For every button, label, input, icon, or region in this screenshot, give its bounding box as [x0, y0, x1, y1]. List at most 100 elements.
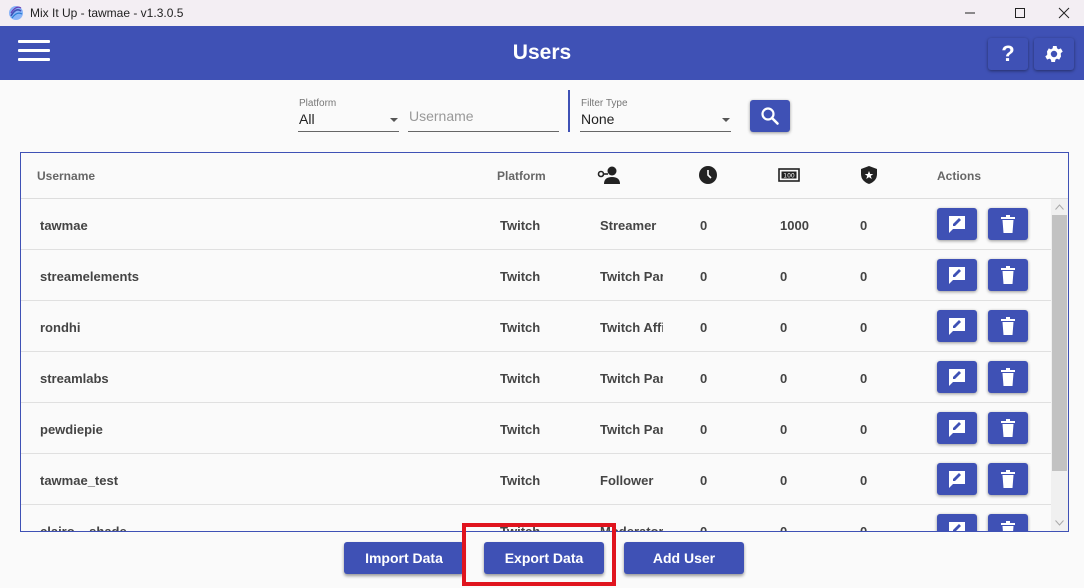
cell-username: tawmae_test [40, 473, 119, 488]
cell-currency: 0 [780, 422, 788, 437]
currency-icon[interactable]: 100 [778, 165, 800, 185]
edit-user-button[interactable] [937, 259, 977, 291]
cell-username: clairo__shade [40, 524, 127, 532]
cell-username: pewdiepie [40, 422, 103, 437]
cell-currency: 0 [780, 269, 788, 284]
help-button[interactable]: ? [988, 38, 1028, 70]
search-icon [761, 107, 779, 125]
clock-icon[interactable] [698, 165, 718, 185]
cell-currency: 1000 [780, 218, 809, 233]
cell-role: Twitch Partner [600, 371, 663, 386]
cell-time: 0 [700, 524, 708, 532]
cell-role: Streamer [600, 218, 657, 233]
svg-text:100: 100 [783, 172, 795, 179]
delete-user-button[interactable] [988, 412, 1028, 444]
import-data-button[interactable]: Import Data [344, 542, 464, 574]
username-underline [408, 131, 559, 132]
edit-user-button[interactable] [937, 208, 977, 240]
trash-icon [1001, 266, 1015, 284]
page-title: Users [512, 41, 572, 64]
edit-user-button[interactable] [937, 361, 977, 393]
scroll-thumb[interactable] [1052, 215, 1067, 471]
app-header: Users ? [0, 26, 1084, 80]
cell-time: 0 [700, 422, 708, 437]
cell-rank: 0 [860, 218, 868, 233]
app-logo-icon [9, 6, 23, 20]
cell-role: Twitch Partner [600, 422, 663, 437]
minimize-icon [965, 12, 975, 14]
help-icon: ? [1001, 41, 1015, 66]
cell-username: rondhi [40, 320, 81, 335]
edit-icon [949, 267, 965, 284]
filter-type-dropdown-icon[interactable] [722, 118, 730, 122]
table-header: Username Platform 100 Actions [21, 153, 1068, 199]
cell-time: 0 [700, 218, 708, 233]
cell-username: tawmae [40, 218, 88, 233]
platform-dropdown-icon[interactable] [390, 118, 398, 122]
cell-rank: 0 [860, 473, 868, 488]
cell-rank: 0 [860, 371, 868, 386]
scroll-up-button[interactable] [1051, 199, 1068, 215]
user-role-icon[interactable] [597, 165, 623, 185]
cell-currency: 0 [780, 473, 788, 488]
cell-platform: Twitch [500, 422, 541, 437]
table-row[interactable]: rondhi Twitch Twitch Affiliate 0 0 0 [21, 301, 1051, 352]
maximize-icon [1015, 8, 1025, 18]
edit-icon [949, 522, 965, 531]
cell-username: streamlabs [40, 371, 109, 386]
cell-time: 0 [700, 371, 708, 386]
col-header-username[interactable]: Username [37, 169, 95, 183]
edit-user-button[interactable] [937, 412, 977, 444]
delete-user-button[interactable] [988, 259, 1028, 291]
settings-button[interactable] [1034, 38, 1074, 70]
table-row[interactable]: tawmae Twitch Streamer 0 1000 0 [21, 199, 1051, 250]
cell-role: Twitch Partner [600, 269, 663, 284]
search-button[interactable] [750, 100, 790, 132]
close-button[interactable] [1040, 0, 1084, 26]
trash-icon [1001, 317, 1015, 335]
cell-platform: Twitch [500, 320, 541, 335]
trash-icon [1001, 368, 1015, 386]
filter-type-underline [580, 131, 731, 132]
col-header-actions: Actions [937, 169, 982, 183]
chevron-up-icon [1055, 204, 1064, 210]
table-row[interactable]: streamlabs Twitch Twitch Partner 0 0 0 [21, 352, 1051, 403]
cell-username: streamelements [40, 269, 139, 284]
cell-rank: 0 [860, 422, 868, 437]
cell-role: Twitch Affiliate [600, 320, 663, 335]
table-scrollbar[interactable] [1051, 199, 1068, 531]
platform-select[interactable]: All [299, 111, 315, 127]
platform-label: Platform [299, 98, 337, 109]
gear-icon [1045, 46, 1063, 62]
edit-user-button[interactable] [937, 514, 977, 531]
cell-rank: 0 [860, 269, 868, 284]
highlight-annotation [462, 523, 616, 586]
table-row[interactable]: pewdiepie Twitch Twitch Partner 0 0 0 [21, 403, 1051, 454]
delete-user-button[interactable] [988, 514, 1028, 531]
delete-user-button[interactable] [988, 208, 1028, 240]
delete-user-button[interactable] [988, 463, 1028, 495]
scroll-down-button[interactable] [1051, 515, 1068, 531]
cell-platform: Twitch [500, 218, 541, 233]
username-input[interactable] [409, 104, 559, 128]
col-header-platform[interactable]: Platform [497, 169, 546, 183]
edit-user-button[interactable] [937, 463, 977, 495]
close-icon [1058, 7, 1070, 19]
filter-type-select[interactable]: None [581, 111, 614, 127]
cell-platform: Twitch [500, 371, 541, 386]
delete-user-button[interactable] [988, 310, 1028, 342]
cell-time: 0 [700, 320, 708, 335]
edit-icon [949, 420, 965, 437]
users-table: Username Platform 100 Actions tawmae Twi… [20, 152, 1069, 532]
cell-rank: 0 [860, 320, 868, 335]
cell-currency: 0 [780, 320, 788, 335]
shield-star-icon[interactable] [859, 165, 879, 185]
trash-icon [1001, 419, 1015, 437]
table-row[interactable]: streamelements Twitch Twitch Partner 0 0… [21, 250, 1051, 301]
edit-user-button[interactable] [937, 310, 977, 342]
add-user-button[interactable]: Add User [624, 542, 744, 574]
delete-user-button[interactable] [988, 361, 1028, 393]
minimize-button[interactable] [946, 0, 994, 26]
table-row[interactable]: tawmae_test Twitch Follower 0 0 0 [21, 454, 1051, 505]
maximize-button[interactable] [996, 0, 1044, 26]
